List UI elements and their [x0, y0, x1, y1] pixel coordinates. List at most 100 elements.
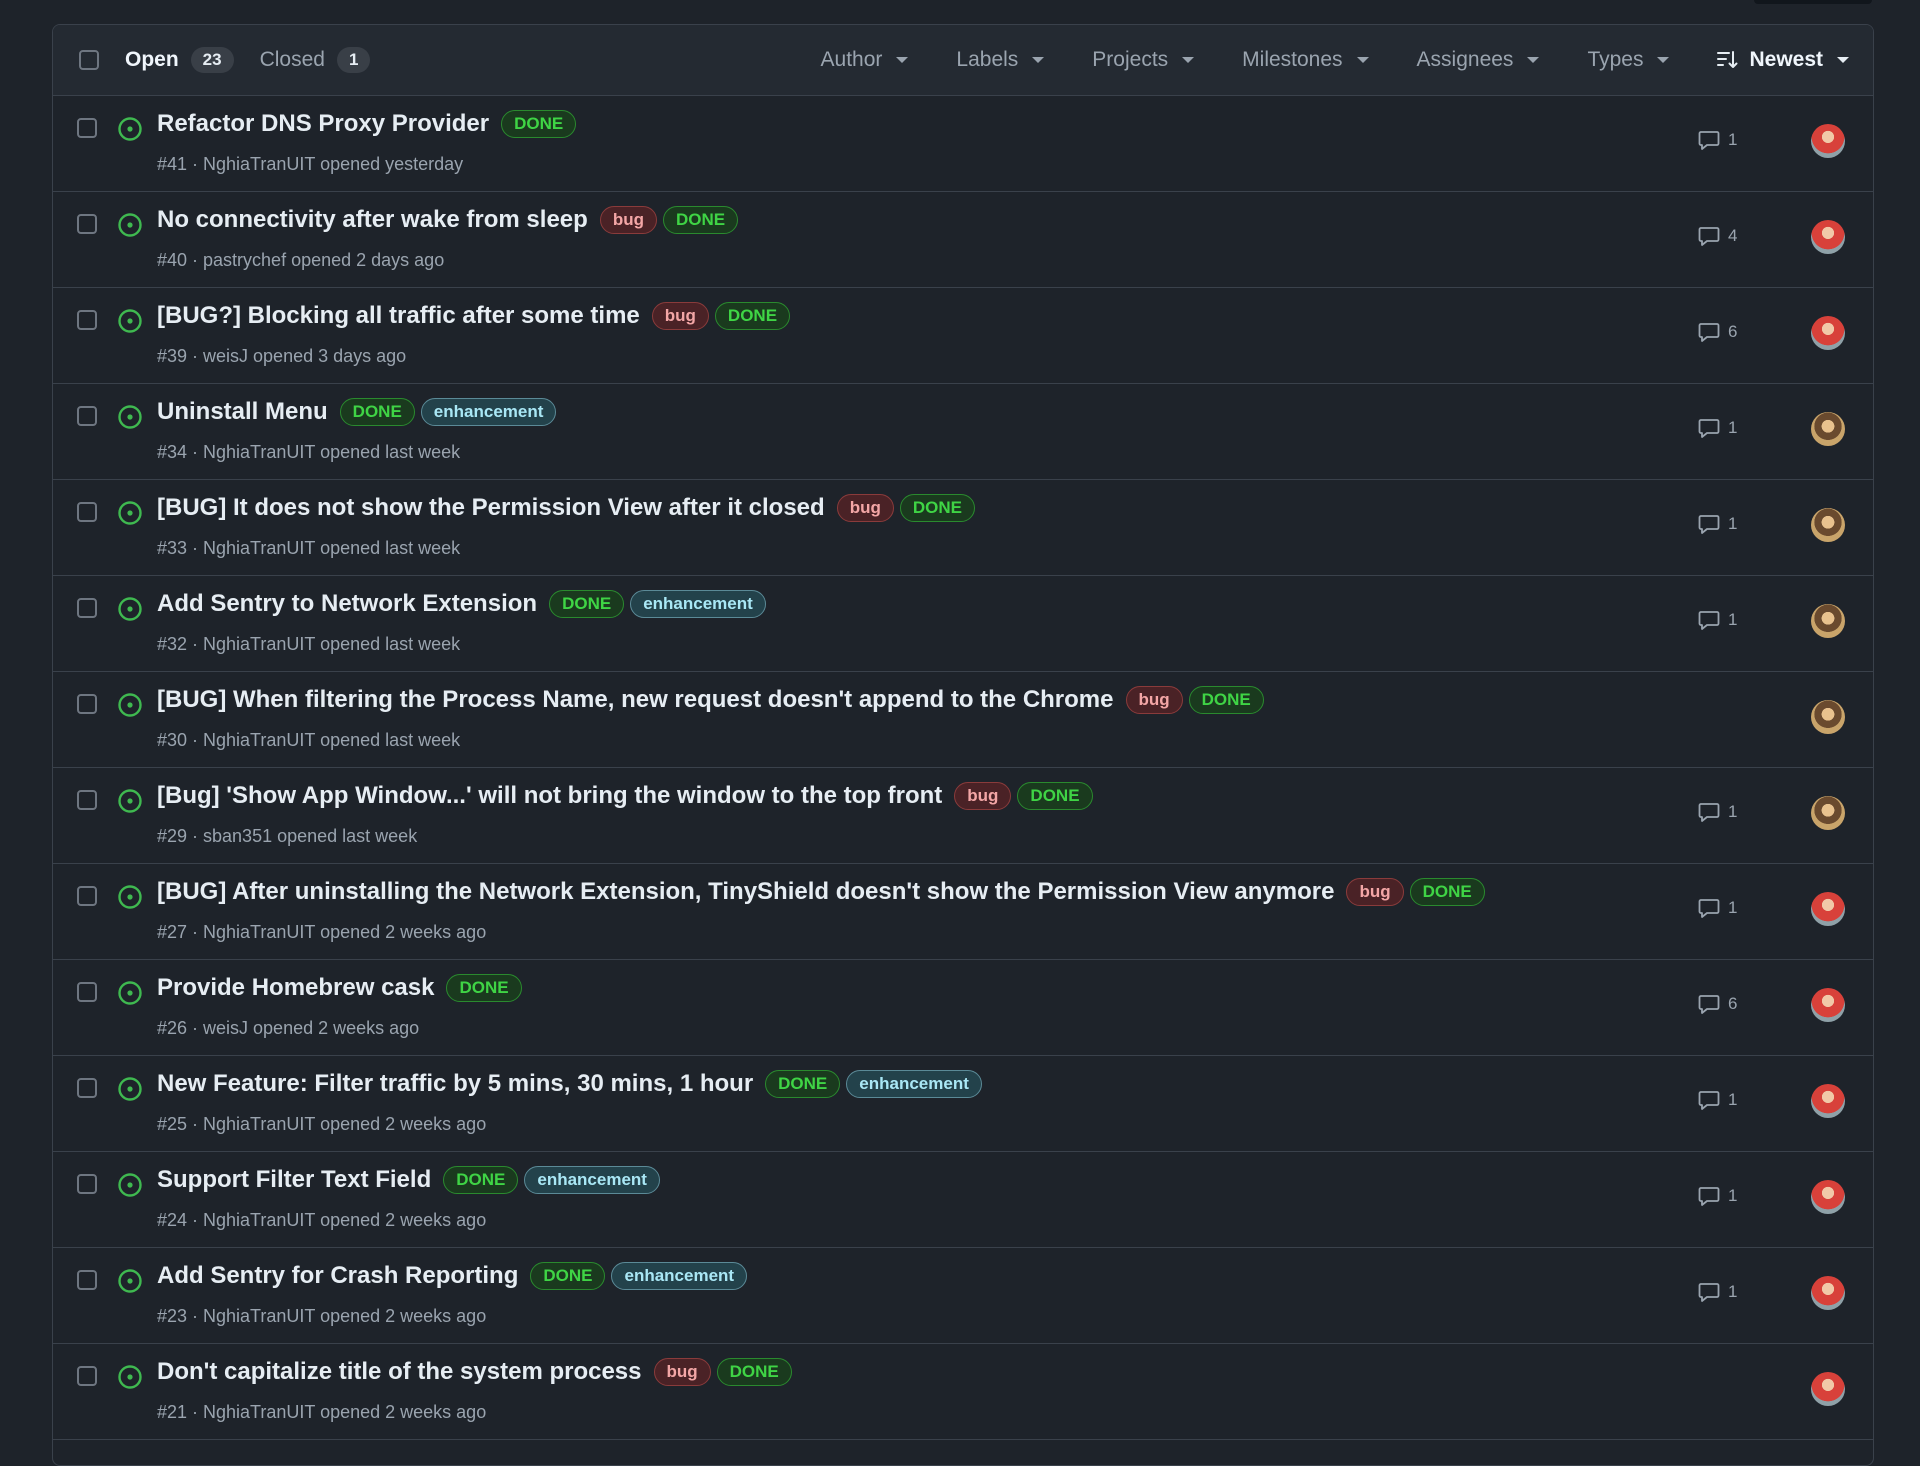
assignee-avatar[interactable]	[1811, 412, 1845, 446]
issue-row[interactable]: No connectivity after wake from sleep bu…	[53, 192, 1873, 288]
labels-filter[interactable]: Labels	[956, 48, 1045, 72]
label-done[interactable]: DONE	[339, 398, 415, 426]
assignee-avatar[interactable]	[1811, 316, 1845, 350]
assignee-avatar[interactable]	[1811, 796, 1845, 830]
label-enhancement[interactable]: enhancement	[611, 1262, 748, 1290]
sort-dropdown[interactable]: Newest	[1717, 48, 1849, 72]
comments-link[interactable]: 6	[1698, 322, 1737, 342]
label-done[interactable]: DONE	[899, 494, 975, 522]
label-bug[interactable]: bug	[954, 782, 1012, 810]
comments-link[interactable]: 1	[1698, 1090, 1737, 1110]
issue-title-link[interactable]: Uninstall Menu	[157, 398, 328, 426]
issue-checkbox[interactable]	[77, 1366, 97, 1386]
issue-title-link[interactable]: [BUG] After uninstalling the Network Ext…	[157, 878, 1334, 906]
label-done[interactable]: DONE	[549, 590, 625, 618]
issue-title-link[interactable]: Refactor DNS Proxy Provider	[157, 110, 489, 138]
issue-title-link[interactable]: Support Filter Text Field	[157, 1166, 431, 1194]
issue-checkbox[interactable]	[77, 1174, 97, 1194]
issue-checkbox[interactable]	[77, 118, 97, 138]
label-done[interactable]: DONE	[1409, 878, 1485, 906]
assignees-filter[interactable]: Assignees	[1417, 48, 1540, 72]
issue-title-link[interactable]: Provide Homebrew cask	[157, 974, 434, 1002]
label-done[interactable]: DONE	[443, 1166, 519, 1194]
comments-link[interactable]: 1	[1698, 898, 1737, 918]
assignee-avatar[interactable]	[1811, 1276, 1845, 1310]
label-enhancement[interactable]: enhancement	[846, 1070, 982, 1098]
issue-title-link[interactable]: Add Sentry for Crash Reporting	[157, 1262, 518, 1290]
assignee-avatar[interactable]	[1811, 604, 1845, 638]
comments-link[interactable]: 4	[1698, 226, 1737, 246]
label-done[interactable]: DONE	[1017, 782, 1093, 810]
issue-checkbox[interactable]	[77, 886, 97, 906]
issue-row[interactable]: [BUG] When filtering the Process Name, n…	[53, 672, 1873, 768]
assignee-avatar[interactable]	[1811, 1372, 1845, 1406]
issue-row[interactable]: [Bug] 'Show App Window...' will not brin…	[53, 768, 1873, 864]
issue-row[interactable]: Refactor DNS Proxy Provider DONE #41 · N…	[53, 96, 1873, 192]
milestones-filter[interactable]: Milestones	[1242, 48, 1369, 72]
author-filter[interactable]: Author	[821, 48, 909, 72]
label-bug[interactable]: bug	[1346, 878, 1404, 906]
issue-title-link[interactable]: Add Sentry to Network Extension	[157, 590, 537, 618]
issue-title-link[interactable]: [Bug] 'Show App Window...' will not brin…	[157, 782, 942, 810]
issue-checkbox[interactable]	[77, 982, 97, 1002]
open-issues-tab[interactable]: Open 23	[125, 47, 234, 73]
issue-title-link[interactable]: New Feature: Filter traffic by 5 mins, 3…	[157, 1070, 753, 1098]
label-bug[interactable]: bug	[599, 206, 657, 234]
issue-row[interactable]: [BUG?] Blocking all traffic after some t…	[53, 288, 1873, 384]
label-done[interactable]: DONE	[446, 974, 522, 1002]
top-action-button-edge[interactable]	[1754, 0, 1872, 4]
assignee-avatar[interactable]	[1811, 508, 1845, 542]
assignee-avatar[interactable]	[1811, 892, 1845, 926]
label-bug[interactable]: bug	[1125, 686, 1183, 714]
issue-row[interactable]: Uninstall Menu DONE enhancement #34 · Ngh…	[53, 384, 1873, 480]
issue-title-link[interactable]: [BUG] When filtering the Process Name, n…	[157, 686, 1114, 714]
issue-title-link[interactable]: [BUG?] Blocking all traffic after some t…	[157, 302, 640, 330]
comments-link[interactable]: 1	[1698, 1282, 1737, 1302]
issue-checkbox[interactable]	[77, 310, 97, 330]
issue-row[interactable]: Provide Homebrew cask DONE #26 · weisJ o…	[53, 960, 1873, 1056]
assignee-avatar[interactable]	[1811, 1180, 1845, 1214]
issue-checkbox[interactable]	[77, 598, 97, 618]
assignee-avatar[interactable]	[1811, 1084, 1845, 1118]
comments-link[interactable]: 1	[1698, 610, 1737, 630]
assignee-avatar[interactable]	[1811, 124, 1845, 158]
label-done[interactable]: DONE	[530, 1262, 606, 1290]
comments-link[interactable]: 1	[1698, 1186, 1737, 1206]
comments-link[interactable]: 1	[1698, 130, 1737, 150]
issue-title-link[interactable]: [BUG] It does not show the Permission Vi…	[157, 494, 825, 522]
issue-checkbox[interactable]	[77, 406, 97, 426]
issue-row[interactable]: Don't capitalize title of the system pro…	[53, 1344, 1873, 1440]
label-bug[interactable]: bug	[651, 302, 709, 330]
label-done[interactable]: DONE	[714, 302, 791, 330]
issue-title-link[interactable]: Don't capitalize title of the system pro…	[157, 1358, 642, 1386]
issue-checkbox[interactable]	[77, 214, 97, 234]
label-enhancement[interactable]: enhancement	[630, 590, 766, 618]
issue-row[interactable]: Support Filter Text Field DONE enhancemen…	[53, 1152, 1873, 1248]
issue-row[interactable]: New Feature: Filter traffic by 5 mins, 3…	[53, 1056, 1873, 1152]
closed-issues-tab[interactable]: Closed 1	[260, 47, 371, 73]
issue-row[interactable]: [BUG] After uninstalling the Network Ext…	[53, 864, 1873, 960]
label-bug[interactable]: bug	[653, 1358, 711, 1386]
issue-checkbox[interactable]	[77, 1078, 97, 1098]
issue-checkbox[interactable]	[77, 790, 97, 810]
issue-checkbox[interactable]	[77, 502, 97, 522]
label-enhancement[interactable]: enhancement	[524, 1166, 660, 1194]
comments-link[interactable]: 1	[1698, 514, 1737, 534]
assignee-avatar[interactable]	[1811, 220, 1845, 254]
label-done[interactable]: DONE	[1188, 686, 1264, 714]
label-bug[interactable]: bug	[836, 494, 894, 522]
label-enhancement[interactable]: enhancement	[420, 398, 557, 426]
types-filter[interactable]: Types	[1587, 48, 1670, 72]
issue-title-link[interactable]: No connectivity after wake from sleep	[157, 206, 588, 234]
select-all-checkbox[interactable]	[79, 50, 99, 70]
issue-row[interactable]: Add Sentry for Crash Reporting DONE enhan…	[53, 1248, 1873, 1344]
issue-checkbox[interactable]	[77, 694, 97, 714]
label-done[interactable]: DONE	[765, 1070, 841, 1098]
label-done[interactable]: DONE	[501, 110, 577, 138]
label-done[interactable]: DONE	[662, 206, 739, 234]
issue-checkbox[interactable]	[77, 1270, 97, 1290]
comments-link[interactable]: 6	[1698, 994, 1737, 1014]
comments-link[interactable]: 1	[1698, 418, 1737, 438]
assignee-avatar[interactable]	[1811, 988, 1845, 1022]
issue-row[interactable]: [BUG] It does not show the Permission Vi…	[53, 480, 1873, 576]
